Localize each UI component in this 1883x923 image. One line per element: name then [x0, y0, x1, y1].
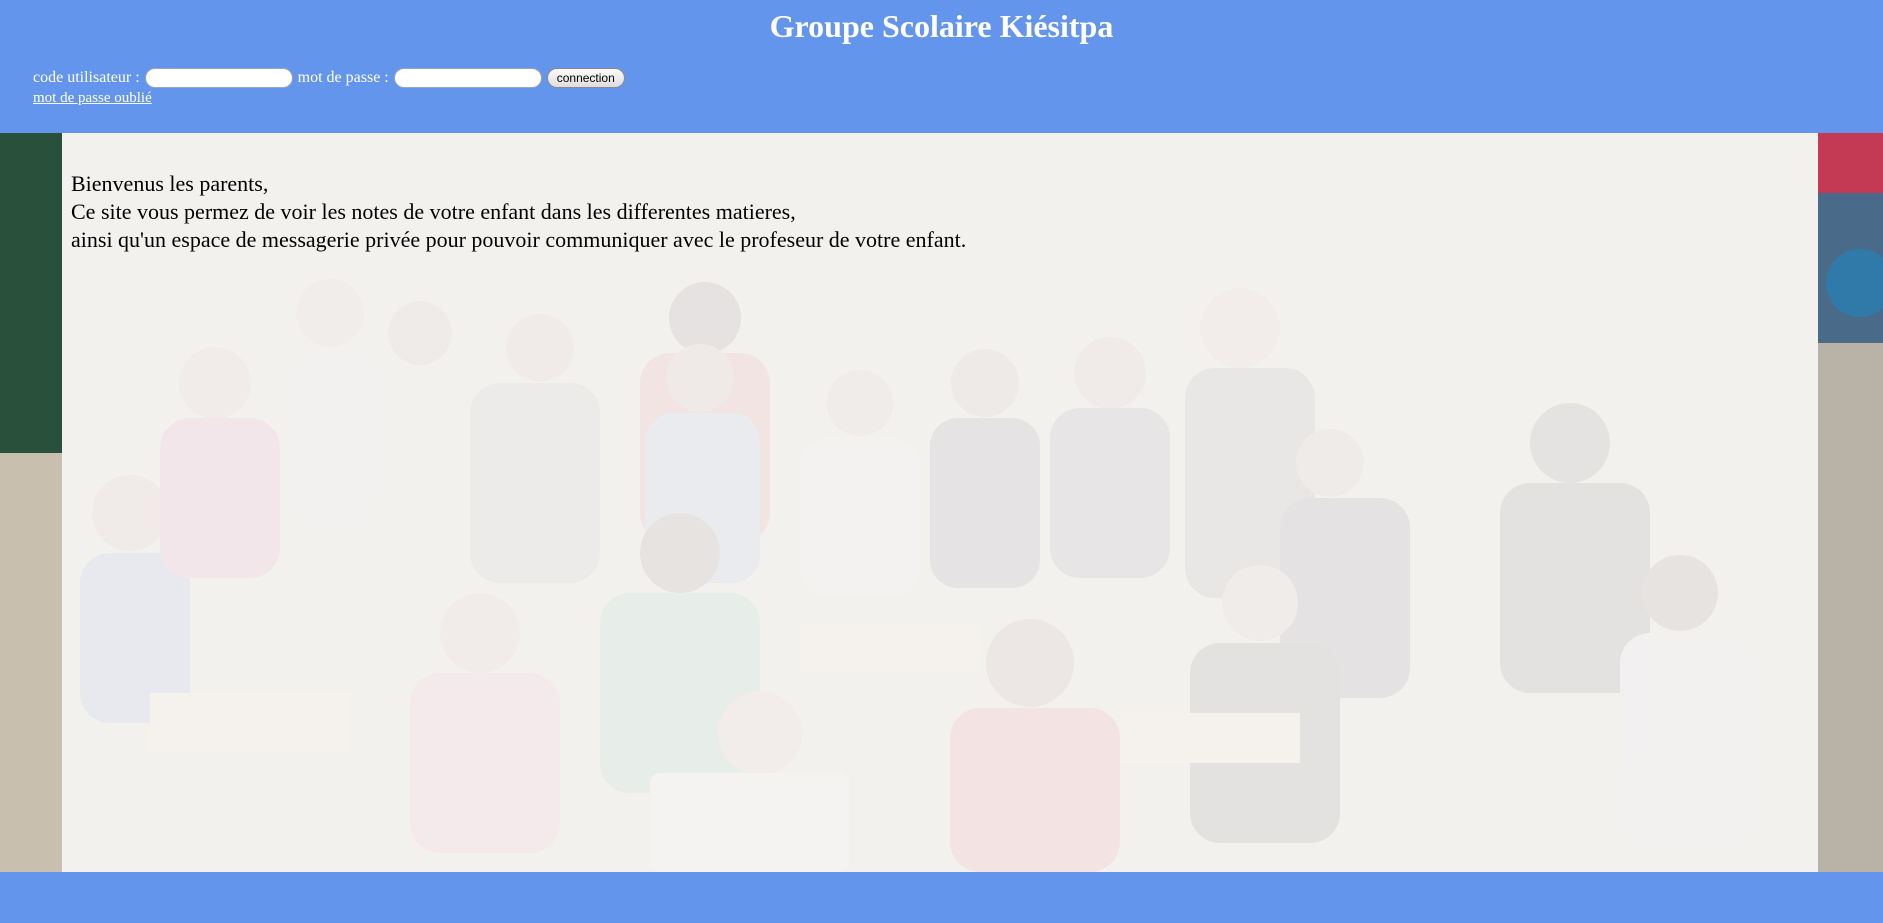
login-form: code utilisateur : mot de passe : connec…	[33, 68, 625, 88]
footer	[0, 872, 1883, 923]
welcome-line: Ce site vous permez de voir les notes de…	[71, 199, 796, 224]
password-label: mot de passe :	[297, 69, 389, 86]
password-input[interactable]	[393, 68, 542, 88]
welcome-message: Bienvenus les parents, Ce site vous perm…	[71, 170, 966, 254]
welcome-line: ainsi qu'un espace de messagerie privée …	[71, 227, 967, 252]
user-code-label: code utilisateur :	[33, 69, 140, 86]
connection-button[interactable]: connection	[546, 68, 625, 88]
welcome-line: Bienvenus les parents,	[71, 171, 269, 196]
forgot-password-link[interactable]: mot de passe oublié	[33, 90, 152, 107]
header: Groupe Scolaire Kiésitpa code utilisateu…	[0, 0, 1883, 133]
site-title: Groupe Scolaire Kiésitpa	[769, 8, 1114, 44]
user-code-input[interactable]	[144, 68, 293, 88]
